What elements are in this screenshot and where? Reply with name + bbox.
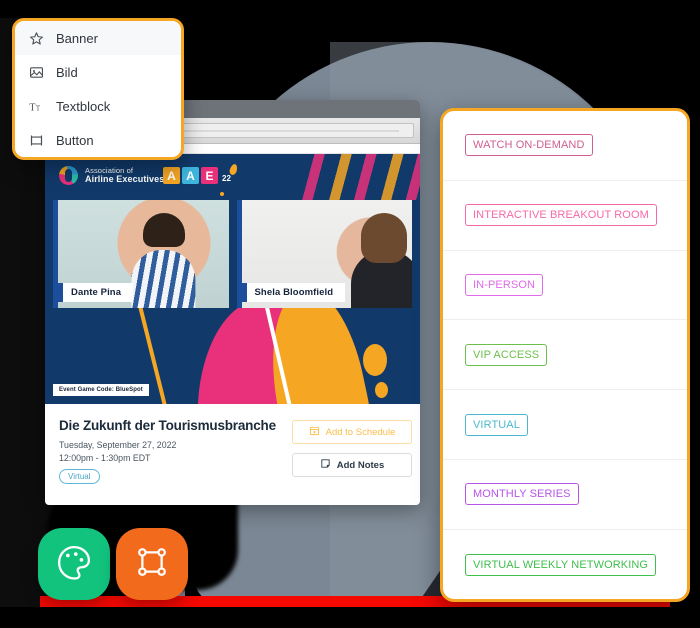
screenshot-root: ◀ ▶ Association of Airline Executives A …	[0, 0, 700, 628]
tag-chip[interactable]: IN-PERSON	[465, 273, 544, 296]
tag-chip[interactable]: INTERACTIVE BREAKOUT ROOM	[465, 204, 657, 227]
menu-item-button[interactable]: Button	[15, 123, 181, 157]
speaker-video-grid: Dante Pina Shela Bloomfield	[45, 200, 420, 310]
browser-window: ◀ ▶ Association of Airline Executives A …	[45, 100, 420, 505]
speaker-video-tile[interactable]: Shela Bloomfield	[236, 200, 412, 308]
tag-row[interactable]: VIP ACCESS	[443, 320, 687, 391]
tag-chip[interactable]: MONTHLY SERIES	[465, 483, 579, 506]
menu-item-bild[interactable]: Bild	[15, 55, 181, 89]
logo-line-2: Airline Executives	[85, 173, 165, 184]
aae-letter-2: A	[182, 167, 199, 184]
app-icon-group	[38, 528, 188, 600]
decorative-dot-large	[228, 163, 239, 176]
logo-mark-icon	[59, 166, 78, 185]
aae-letter-3: E	[201, 167, 218, 184]
tag-row[interactable]: WATCH ON-DEMAND	[443, 111, 687, 181]
decorative-blob-1	[363, 344, 387, 376]
decorative-blob-2	[375, 382, 388, 398]
note-icon	[320, 458, 331, 472]
tag-chip[interactable]: VIRTUAL	[465, 413, 528, 436]
tag-row[interactable]: IN-PERSON	[443, 251, 687, 321]
svg-text:T: T	[36, 105, 41, 112]
event-details: Die Zukunft der Tourismusbranche Tuesday…	[45, 404, 420, 494]
event-format-badge: Virtual	[59, 469, 100, 484]
event-hero: Association of Airline Executives A A E …	[45, 154, 420, 404]
nodes-icon	[131, 541, 173, 588]
button-icon	[29, 133, 44, 148]
tag-chip[interactable]: VIRTUAL WEEKLY NETWORKING	[465, 553, 657, 576]
event-action-buttons: Add to Schedule Add Notes	[292, 420, 412, 477]
hero-header: Association of Airline Executives A A E …	[45, 154, 420, 200]
block-type-menu: Banner Bild T T Textblock Button	[12, 18, 184, 160]
add-notes-label: Add Notes	[336, 459, 385, 471]
background-bottom-band	[0, 607, 700, 628]
association-logo: Association of Airline Executives	[59, 166, 164, 185]
tag-chip[interactable]: WATCH ON-DEMAND	[465, 134, 593, 157]
menu-item-label: Bild	[56, 64, 78, 80]
image-icon	[29, 65, 44, 80]
add-notes-button[interactable]: Add Notes	[292, 453, 412, 477]
decorative-dot-small	[220, 192, 224, 196]
menu-item-textblock[interactable]: T T Textblock	[15, 89, 181, 123]
tag-row[interactable]: MONTHLY SERIES	[443, 460, 687, 530]
speaker-video-tile[interactable]: Dante Pina	[53, 200, 229, 308]
add-to-schedule-button[interactable]: Add to Schedule	[292, 420, 412, 444]
tag-chip[interactable]: VIP ACCESS	[465, 343, 548, 366]
background-top-band	[0, 0, 700, 18]
aae-acronym-badge: A A E 22	[163, 167, 231, 184]
tag-row[interactable]: VIRTUAL WEEKLY NETWORKING	[443, 530, 687, 599]
menu-item-label: Textblock	[56, 98, 111, 114]
nodes-app-icon[interactable]	[116, 528, 188, 600]
tag-list-panel: WATCH ON-DEMAND INTERACTIVE BREAKOUT ROO…	[440, 108, 690, 602]
speaker-name-label: Shela Bloomfield	[241, 283, 346, 302]
palette-icon	[53, 541, 95, 588]
menu-item-banner[interactable]: Banner	[15, 21, 181, 55]
text-icon: T T	[29, 99, 44, 114]
aae-year: 22	[222, 174, 231, 183]
calendar-plus-icon	[309, 425, 320, 439]
tag-row[interactable]: INTERACTIVE BREAKOUT ROOM	[443, 181, 687, 251]
svg-text:T: T	[29, 102, 35, 113]
speaker-name-label: Dante Pina	[58, 283, 134, 302]
menu-item-label: Banner	[56, 30, 98, 46]
aae-letter-1: A	[163, 167, 180, 184]
palette-app-icon[interactable]	[38, 528, 110, 600]
add-to-schedule-label: Add to Schedule	[325, 426, 396, 438]
event-game-code: Event Game Code: BlueSpot	[53, 384, 149, 396]
menu-item-label: Button	[56, 132, 94, 148]
star-icon	[29, 31, 44, 46]
tag-row[interactable]: VIRTUAL	[443, 390, 687, 460]
